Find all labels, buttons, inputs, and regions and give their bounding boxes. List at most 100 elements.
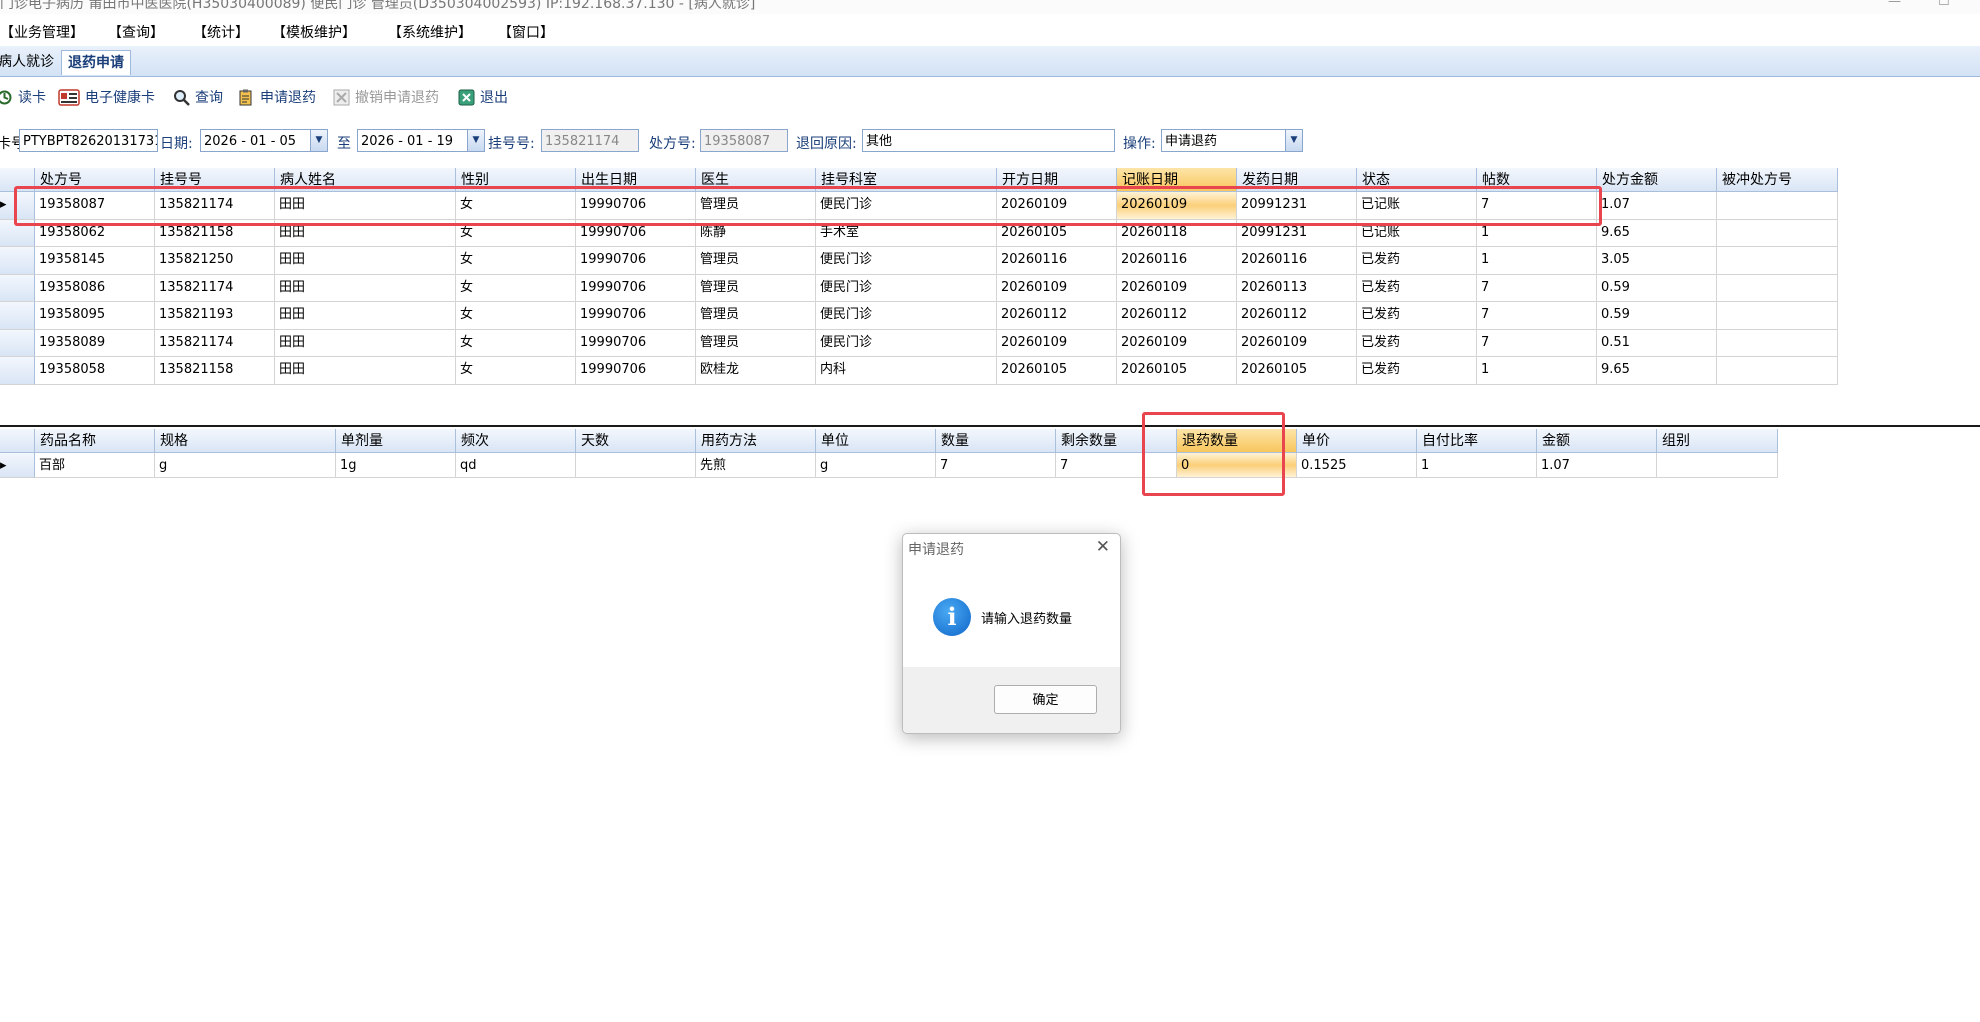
rx-cell[interactable]: 1 <box>1477 357 1597 385</box>
rx-cell[interactable]: 便民门诊 <box>816 329 997 357</box>
dt-cell[interactable]: 先煎 <box>696 453 816 478</box>
rx-cell[interactable]: 便民门诊 <box>816 247 997 275</box>
menu-statistics[interactable]: 【统计】 <box>193 22 249 42</box>
rx-cell[interactable]: 3.05 <box>1597 247 1717 275</box>
rx-cell[interactable]: 19990706 <box>576 274 696 302</box>
rx-cell[interactable]: 19358058 <box>35 357 155 385</box>
rx-cell[interactable]: 田田 <box>275 302 456 330</box>
rx-cell[interactable]: 19990706 <box>576 357 696 385</box>
rx-cell[interactable]: 内科 <box>816 357 997 385</box>
rx-cell[interactable]: 20260105 <box>997 357 1117 385</box>
rx-cell[interactable]: 20260109 <box>997 329 1117 357</box>
rx-cell[interactable] <box>1717 357 1838 385</box>
rx-cell[interactable]: 20260112 <box>1237 302 1357 330</box>
dt-cell[interactable] <box>576 453 696 478</box>
rx-cell[interactable]: 20260109 <box>1117 329 1237 357</box>
read-card-button[interactable]: 读卡 <box>0 86 46 108</box>
rx-cell[interactable]: 欧桂龙 <box>696 357 816 385</box>
rx-cell[interactable]: 1.07 <box>1597 192 1717 220</box>
apply-return-button[interactable]: 申请退药 <box>238 86 316 108</box>
rx-cell[interactable]: 7 <box>1477 274 1597 302</box>
rx-cell[interactable]: 135821193 <box>155 302 275 330</box>
return-reason-field[interactable]: 其他 <box>862 129 1115 152</box>
rx-row-selector[interactable] <box>0 329 35 357</box>
rx-row-selector[interactable] <box>0 302 35 330</box>
dt-cell[interactable]: 1g <box>336 453 456 478</box>
rx-cell[interactable]: 135821158 <box>155 357 275 385</box>
rx-row-selector[interactable] <box>0 357 35 385</box>
rx-cell[interactable]: 7 <box>1477 329 1597 357</box>
tab-return-drug[interactable]: 退药申请 <box>61 50 131 75</box>
rx-cell[interactable]: 20260105 <box>1117 357 1237 385</box>
query-button[interactable]: 查询 <box>173 86 223 108</box>
menu-template[interactable]: 【模板维护】 <box>272 22 356 42</box>
dt-cell[interactable]: qd <box>456 453 576 478</box>
dt-cell[interactable]: g <box>155 453 336 478</box>
col-header-spec[interactable]: 规格 <box>155 429 336 453</box>
rx-cell[interactable]: 0.51 <box>1597 329 1717 357</box>
rx-cell[interactable]: 19990706 <box>576 247 696 275</box>
rx-row-selector[interactable] <box>0 274 35 302</box>
rx-cell[interactable]: 20260105 <box>1237 357 1357 385</box>
card-number-field[interactable]: PTYBPT82620131731 <box>19 129 158 152</box>
rx-cell[interactable]: 0.59 <box>1597 302 1717 330</box>
rx-cell[interactable]: 便民门诊 <box>816 274 997 302</box>
rx-cell[interactable]: 19358089 <box>35 329 155 357</box>
rx-cell[interactable]: 20260116 <box>1237 247 1357 275</box>
rx-cell[interactable]: 田田 <box>275 247 456 275</box>
rx-cell[interactable]: 135821174 <box>155 329 275 357</box>
health-card-button[interactable]: 电子健康卡 <box>58 86 155 108</box>
rx-cell[interactable]: 20260112 <box>997 302 1117 330</box>
rx-cell[interactable]: 19990706 <box>576 302 696 330</box>
rx-cell[interactable]: 已发药 <box>1357 247 1477 275</box>
date-from-picker[interactable]: 2026 - 01 - 05 ▼ <box>200 129 328 152</box>
rx-cell[interactable] <box>1717 302 1838 330</box>
menu-business[interactable]: 【业务管理】 <box>0 22 84 42</box>
rx-cell[interactable]: 19358095 <box>35 302 155 330</box>
dt-cell[interactable]: g <box>816 453 936 478</box>
ok-button[interactable]: 确定 <box>994 685 1097 714</box>
col-header-total[interactable]: 金额 <box>1537 429 1657 453</box>
close-icon[interactable]: ✕ <box>1096 537 1110 557</box>
rx-cell[interactable]: 女 <box>456 302 576 330</box>
col-header-unit-dose[interactable]: 单剂量 <box>336 429 456 453</box>
rx-cell[interactable] <box>1717 219 1838 247</box>
rx-cell[interactable]: 20260113 <box>1237 274 1357 302</box>
rx-cell[interactable]: 已发药 <box>1357 302 1477 330</box>
rx-cell[interactable]: 135821174 <box>155 274 275 302</box>
maximize-icon[interactable]: ☐ <box>1938 0 1950 9</box>
rx-cell[interactable] <box>1717 192 1838 220</box>
menu-system[interactable]: 【系统维护】 <box>388 22 472 42</box>
rx-cell[interactable]: 19990706 <box>576 329 696 357</box>
col-header-drug-name[interactable]: 药品名称 <box>35 429 155 453</box>
rx-cell[interactable]: 便民门诊 <box>816 302 997 330</box>
rx-cell[interactable]: 已发药 <box>1357 274 1477 302</box>
dt-cell[interactable]: 1 <box>1417 453 1537 478</box>
chevron-down-icon[interactable]: ▼ <box>1285 130 1302 151</box>
rx-cell[interactable] <box>1717 274 1838 302</box>
rx-cell[interactable]: 20260116 <box>997 247 1117 275</box>
col-header-offset-prescription[interactable]: 被冲处方号 <box>1717 168 1838 192</box>
rx-cell[interactable]: 19358145 <box>35 247 155 275</box>
menu-window[interactable]: 【窗口】 <box>498 22 554 42</box>
rx-cell[interactable] <box>1717 329 1838 357</box>
rx-cell[interactable]: 20260109 <box>1117 274 1237 302</box>
tab-patient-visit[interactable]: 病人就诊 <box>0 50 60 74</box>
dt-cell[interactable]: 0.1525 <box>1297 453 1417 478</box>
rx-cell[interactable]: 女 <box>456 329 576 357</box>
col-header-self-pay-ratio[interactable]: 自付比率 <box>1417 429 1537 453</box>
rx-cell[interactable]: 女 <box>456 274 576 302</box>
minimize-icon[interactable]: — <box>1888 0 1901 9</box>
col-header-unit[interactable]: 单位 <box>816 429 936 453</box>
col-header-unit-price[interactable]: 单价 <box>1297 429 1417 453</box>
rx-cell[interactable]: 田田 <box>275 329 456 357</box>
rx-cell[interactable]: 19358086 <box>35 274 155 302</box>
col-header-quantity[interactable]: 数量 <box>936 429 1056 453</box>
dt-cell[interactable]: 7 <box>936 453 1056 478</box>
col-header-group[interactable]: 组别 <box>1657 429 1778 453</box>
rx-cell[interactable]: 已发药 <box>1357 329 1477 357</box>
rx-cell[interactable]: 0.59 <box>1597 274 1717 302</box>
rx-cell[interactable]: 9.65 <box>1597 357 1717 385</box>
operation-select[interactable]: 申请退药 ▼ <box>1161 129 1303 152</box>
prescription-number-field[interactable]: 19358087 <box>700 129 788 152</box>
